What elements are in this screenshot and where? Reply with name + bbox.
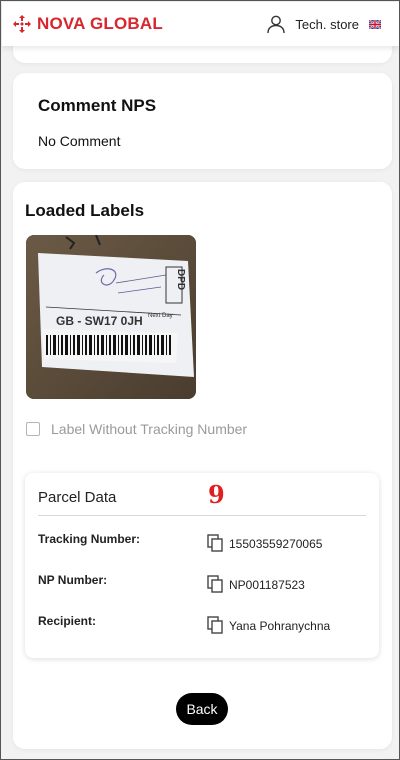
- app-frame: NOVA GLOBAL Tech. store Comment NPS No C…: [0, 0, 400, 760]
- label-photo[interactable]: DPD GB - SW17 0JH Next Day: [26, 235, 196, 399]
- parcel-data-card: Parcel Data 9 Tracking Number: 155035592…: [25, 473, 379, 658]
- np-number-value: NP001187523: [229, 578, 305, 592]
- back-button[interactable]: Back: [176, 693, 228, 725]
- uk-flag-icon[interactable]: [369, 19, 381, 29]
- annotation-marker: 9: [208, 480, 225, 509]
- tracking-number-value: 15503559270065: [229, 537, 323, 551]
- parcel-row-np: NP Number: NP001187523: [38, 573, 368, 595]
- parcel-row-tracking: Tracking Number: 15503559270065: [38, 532, 368, 554]
- user-icon[interactable]: [266, 14, 286, 34]
- label-without-tracking-label[interactable]: Label Without Tracking Number: [51, 421, 247, 437]
- header-account: Tech. store: [266, 14, 381, 34]
- recipient-value: Yana Pohranychna: [229, 619, 331, 633]
- parcel-row-recipient: Recipient: Yana Pohranychna: [38, 614, 368, 636]
- brand-logo[interactable]: NOVA GLOBAL: [12, 14, 163, 34]
- copy-icon[interactable]: [207, 534, 224, 552]
- label-service-text: Next Day: [148, 313, 173, 319]
- nova-logo-icon: [13, 15, 31, 33]
- label-without-tracking-checkbox[interactable]: [26, 422, 40, 436]
- tracking-number-label: Tracking Number:: [38, 532, 141, 546]
- parcel-data-title: Parcel Data: [38, 489, 117, 506]
- parcel-divider: [38, 515, 366, 516]
- loaded-labels-title: Loaded Labels: [25, 201, 145, 220]
- np-number-label: NP Number:: [38, 573, 108, 587]
- recipient-label: Recipient:: [38, 614, 97, 628]
- loaded-labels-card: Loaded Labels DPD GB - SW17 0JH Next Day…: [13, 182, 392, 749]
- store-name[interactable]: Tech. store: [295, 17, 359, 32]
- label-photo-image: DPD GB - SW17 0JH Next Day: [26, 235, 196, 399]
- brand-name: NOVA GLOBAL: [37, 14, 163, 33]
- copy-icon[interactable]: [207, 616, 224, 634]
- top-header: NOVA GLOBAL Tech. store: [2, 2, 399, 46]
- label-postcode-text: GB - SW17 0JH: [56, 314, 143, 328]
- label-carrier-text: DPD: [175, 269, 186, 290]
- comment-nps-value: No Comment: [38, 133, 121, 149]
- comment-nps-title: Comment NPS: [38, 96, 157, 115]
- label-without-tracking-row[interactable]: Label Without Tracking Number: [26, 421, 247, 437]
- copy-icon[interactable]: [207, 575, 224, 593]
- comment-nps-card: Comment NPS No Comment: [13, 73, 392, 169]
